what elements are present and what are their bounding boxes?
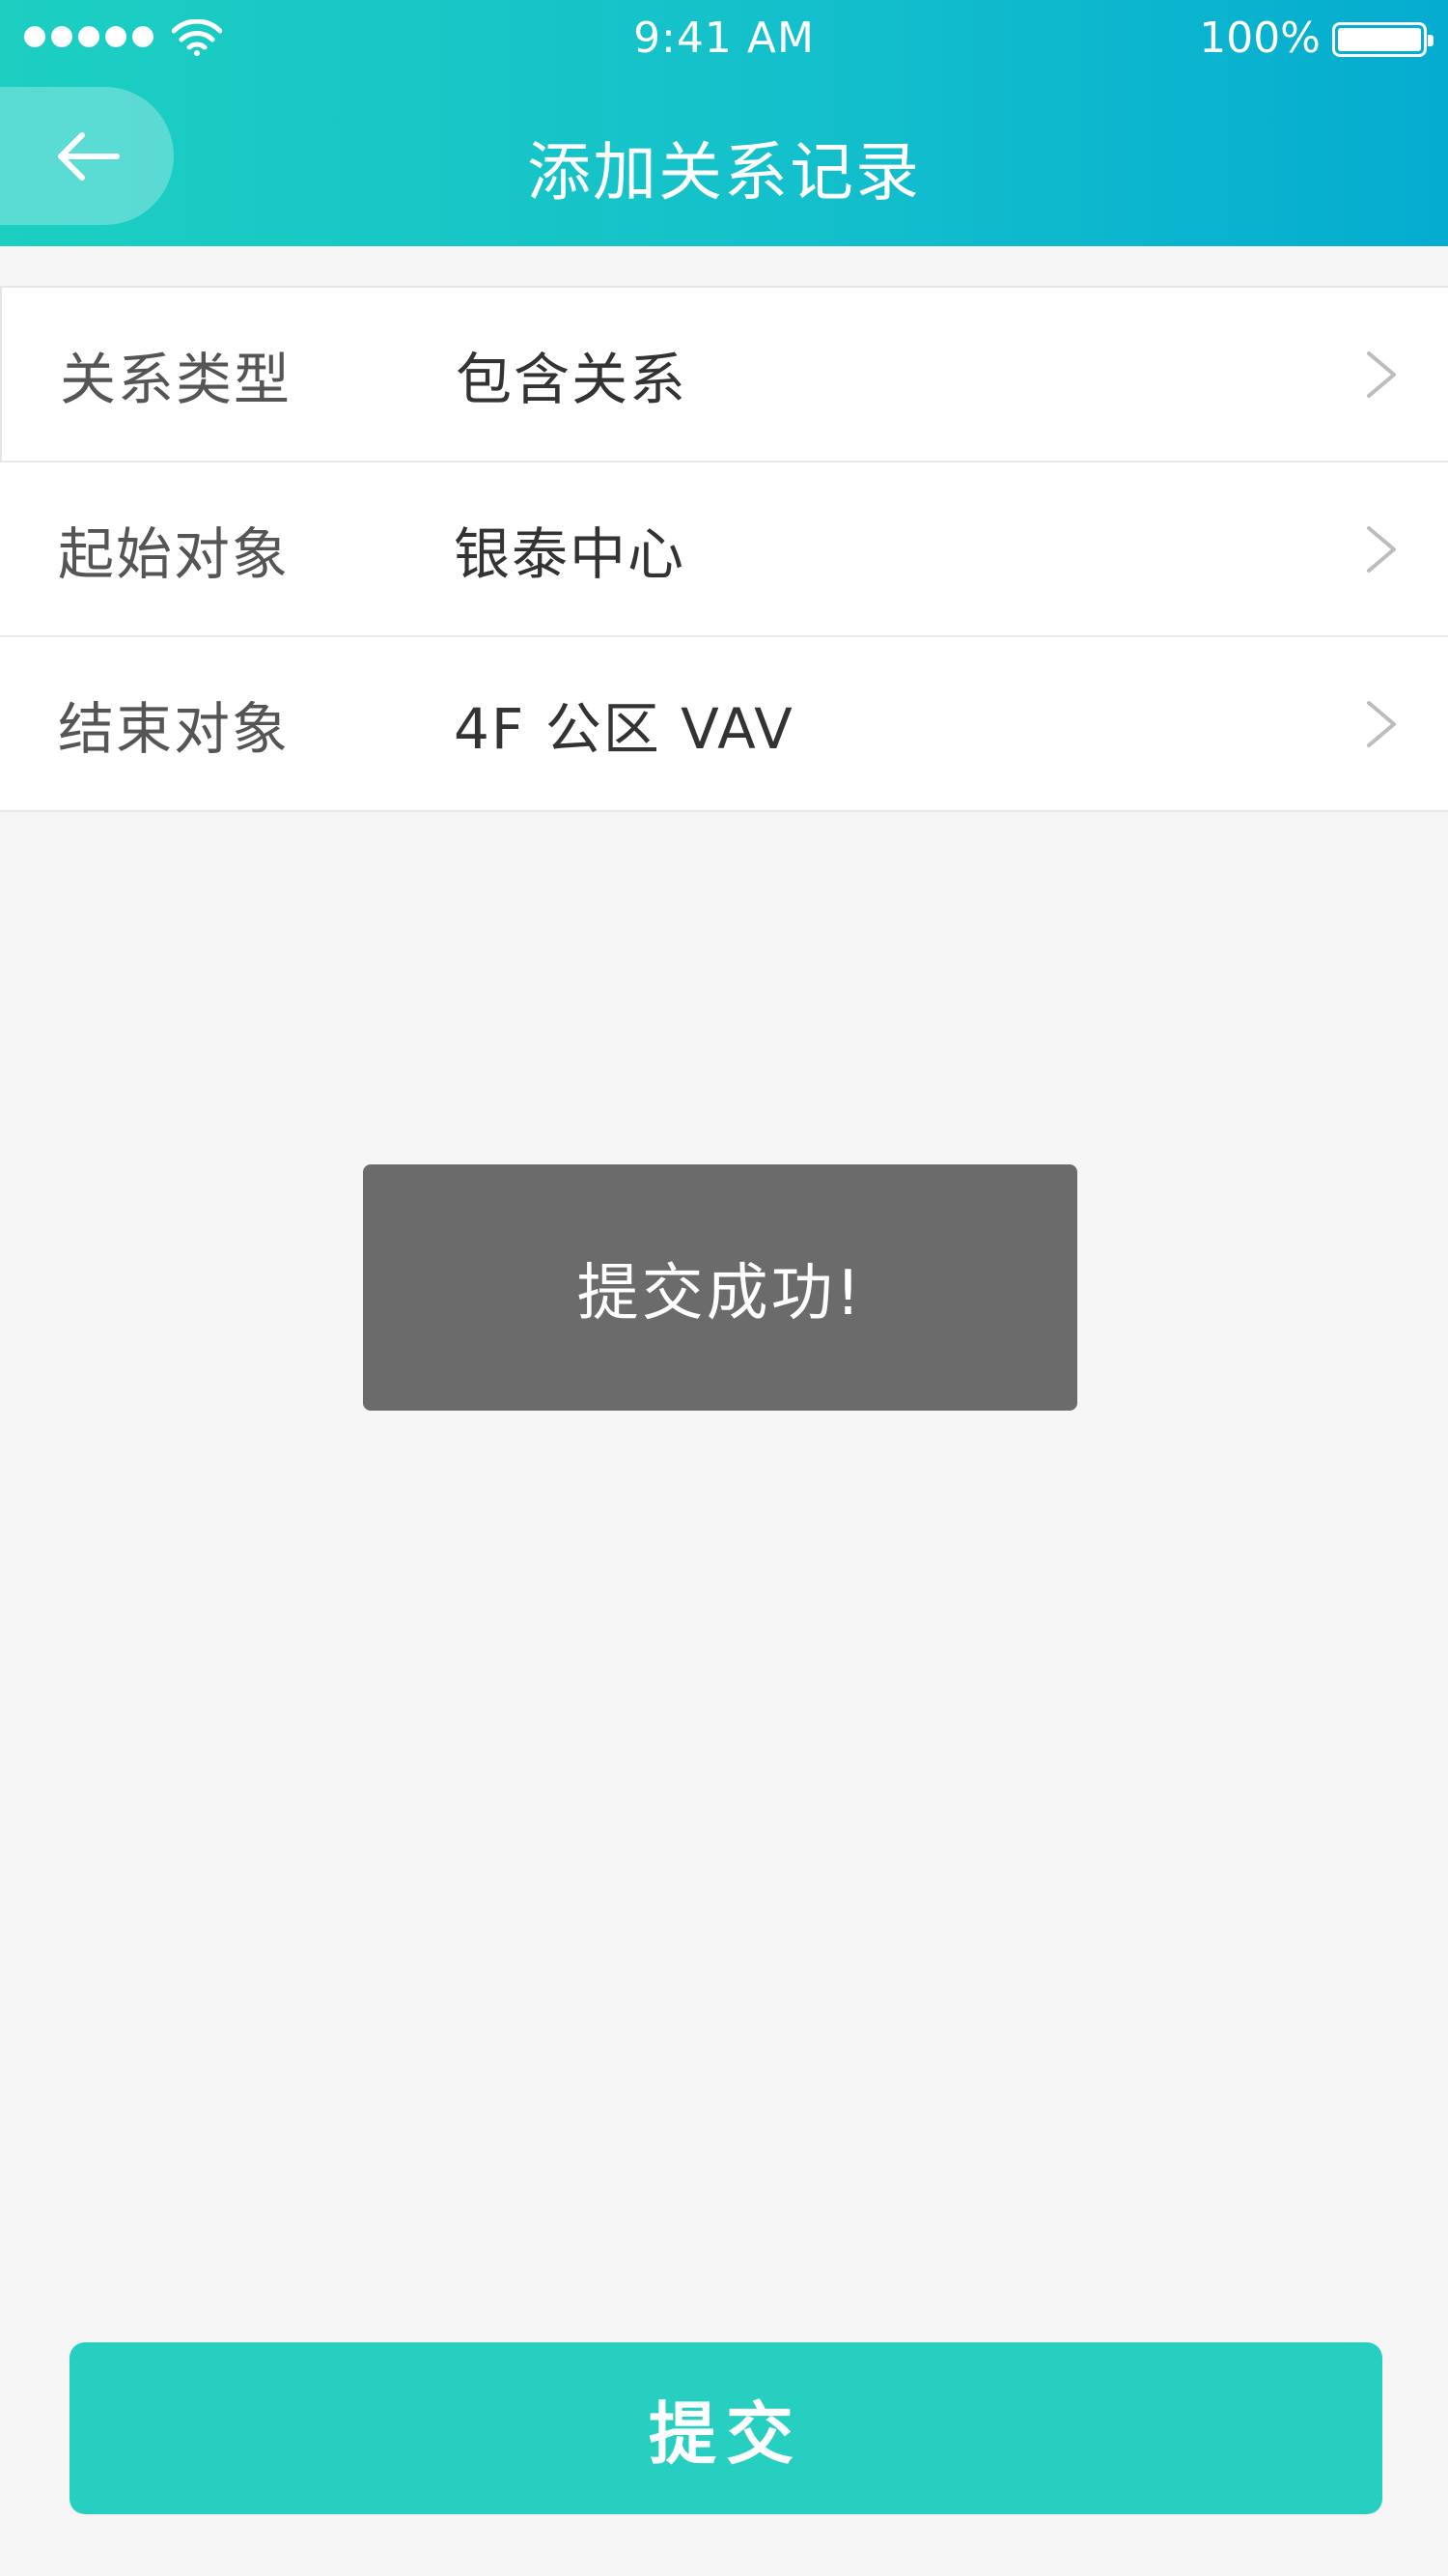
row-label: 关系类型 [60,346,292,412]
start-object-row[interactable]: 起始对象 银泰中心 [0,462,1448,637]
row-value: 银泰中心 [454,520,686,587]
header: 9:41 AM 100% 添加关系记录 [0,0,1448,246]
form-list: 关系类型 包含关系 起始对象 银泰中心 结束对象 4F 公区 VAV [0,286,1448,812]
chevron-right-icon [1367,700,1396,747]
submit-label: 提交 [649,2394,803,2474]
row-label: 结束对象 [58,695,291,762]
row-label: 起始对象 [58,520,291,587]
row-value: 4F 公区 VAV [454,695,794,762]
relation-type-row[interactable]: 关系类型 包含关系 [0,288,1448,462]
battery-icon [1332,22,1434,57]
chevron-right-icon [1367,350,1396,398]
toast-message: 提交成功! [576,1257,864,1330]
submit-button[interactable]: 提交 [70,2342,1382,2514]
chevron-right-icon [1367,525,1396,573]
page-title: 添加关系记录 [527,135,921,210]
status-bar: 9:41 AM 100% [0,0,1448,77]
row-value: 包含关系 [456,346,688,412]
screen: 9:41 AM 100% 添加关系记录 关系类型 包含关系 起始对象 银泰中心 [0,0,1448,2576]
success-toast: 提交成功! [363,1164,1077,1411]
battery-percentage: 100% [1199,14,1321,63]
end-object-row[interactable]: 结束对象 4F 公区 VAV [0,637,1448,812]
